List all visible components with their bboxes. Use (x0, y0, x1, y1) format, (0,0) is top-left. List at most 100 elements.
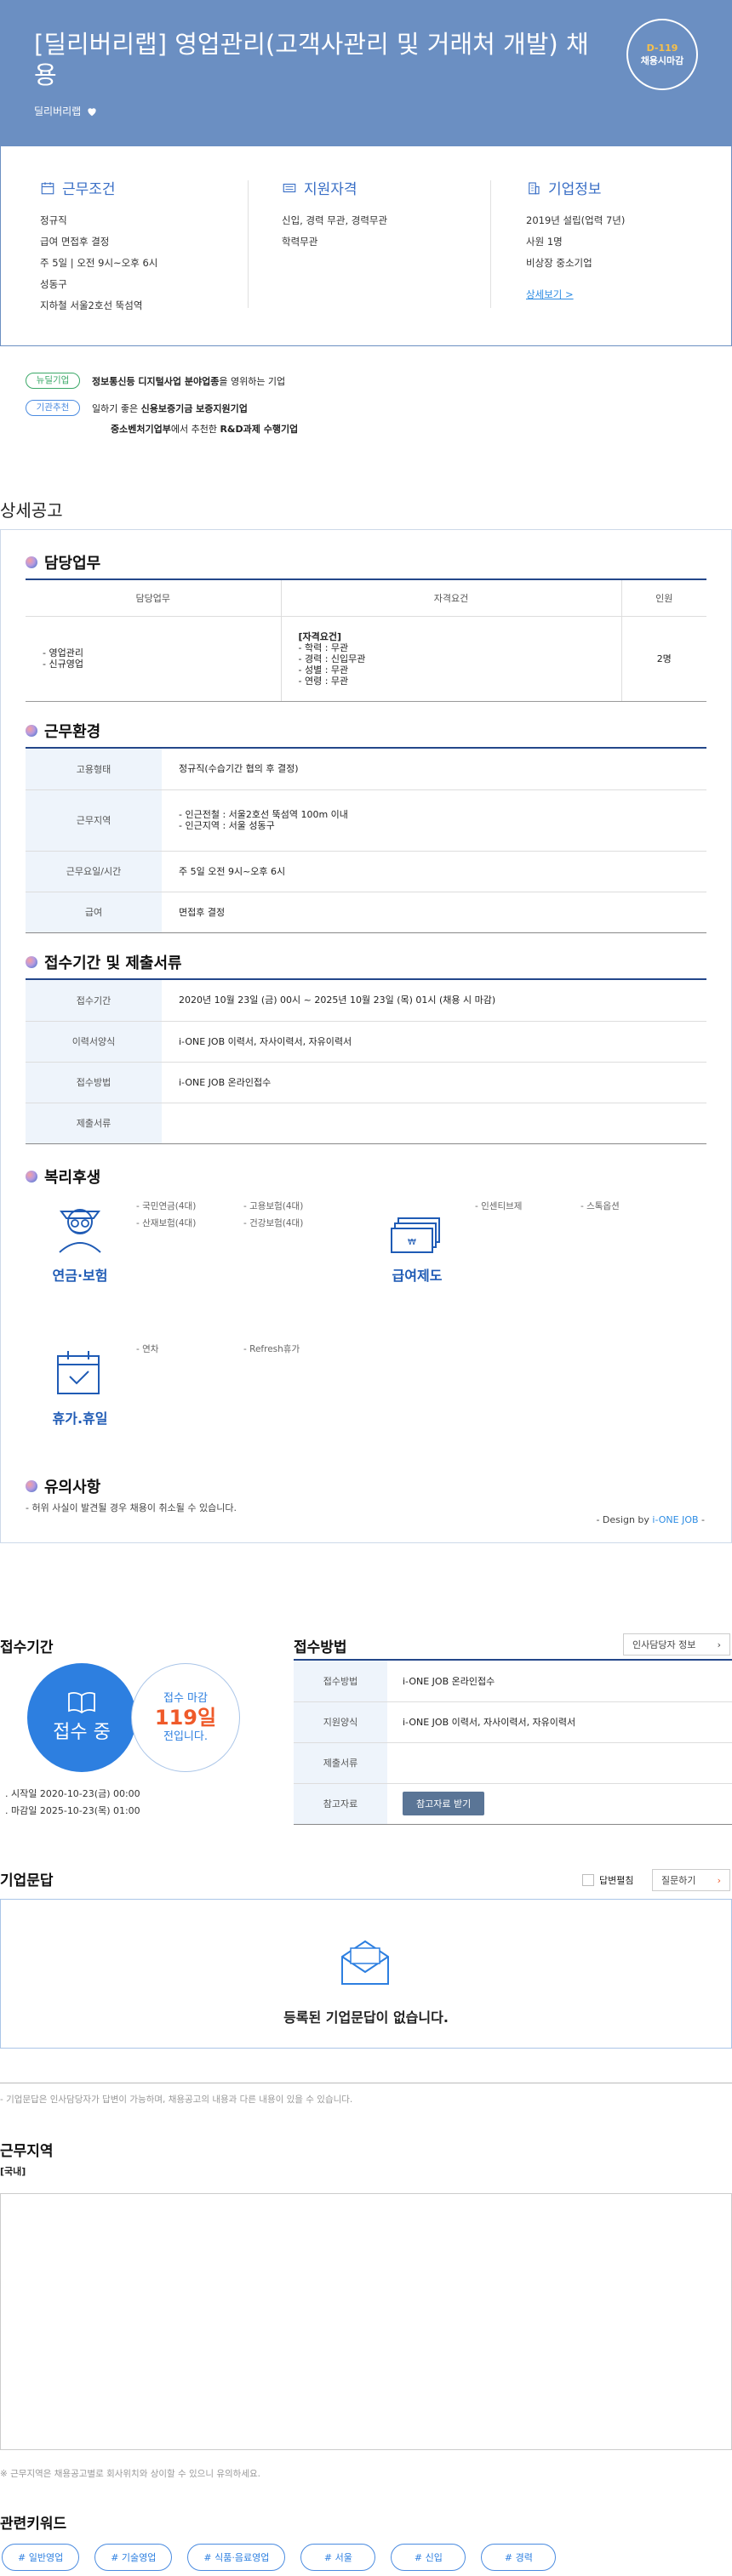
heart-icon[interactable] (86, 105, 98, 117)
table-row: 근무요일/시간 주 5일 오전 9시~오후 6시 (26, 851, 706, 892)
dday-count: D-119 (646, 43, 678, 54)
company-name[interactable]: 딜리버리랩 (34, 104, 98, 118)
tag-text: 일하기 좋은 신용보증기금 보증지원기업 (92, 402, 248, 415)
keyword-tag[interactable]: # 신입 (391, 2544, 466, 2571)
table-row: 급여 면접후 결정 (26, 892, 706, 933)
company-item: 사원 1명 (526, 236, 563, 248)
insurance-label: 연금·보험 (52, 1268, 108, 1284)
tag-bold: 중소벤처기업부 (111, 424, 171, 435)
expand-answers-checkbox[interactable] (582, 1874, 594, 1886)
row-value (162, 1103, 706, 1144)
vacation-label: 휴가.휴일 (52, 1411, 108, 1427)
row-value: 정규직(수습기간 협의 후 결정) (162, 749, 706, 790)
row-value: i-ONE JOB 온라인접수 (162, 1062, 706, 1103)
apply-days: 119일 (154, 1706, 217, 1730)
location-note: ※ 근무지역은 채용공고별로 회사위치와 상이할 수 있으니 유의하세요. (0, 2469, 260, 2479)
envelope-icon (341, 1940, 389, 1985)
welfare-title: 복리후생 (44, 1169, 101, 1187)
tag-bold: 정보통신등 디지털사업 분야업종 (92, 375, 220, 387)
env-heading: 근무환경 (26, 720, 100, 742)
company-detail-link[interactable]: 상세보기 > (526, 284, 574, 305)
row-value-line: - 인근전철 : 서울2호선 뚝섬역 100m 이내 (179, 809, 348, 820)
company-item: 2019년 설립(업력 7년) (526, 214, 626, 226)
keyword-tag[interactable]: # 서울 (300, 2544, 376, 2571)
company-item: 비상장 중소기업 (526, 257, 592, 269)
ask-question-button[interactable]: 질문하기 › (652, 1869, 730, 1891)
hr-info-button[interactable]: 인사담당자 정보 › (623, 1633, 730, 1656)
company-label[interactable]: 딜리버리랩 (34, 104, 81, 118)
welfare-item: - Refresh휴가 (243, 1344, 300, 1354)
apply-period-title: 접수기간 (0, 1639, 54, 1656)
row-key: 제출서류 (26, 1103, 162, 1144)
expand-answers-toggle[interactable]: 답변펼침 (582, 1873, 633, 1887)
apply-until-label: 접수 마감 (163, 1692, 208, 1705)
tag-recommend: 기관추천 일하기 좋은 신용보증기금 보증지원기업 (26, 400, 248, 416)
tag-recommend-2: 중소벤처기업부에서 추천한 R&D과제 수행기업 (111, 422, 298, 436)
location-map[interactable] (0, 2193, 732, 2450)
recommend-badge: 기관추천 (26, 400, 80, 416)
insurance-icon (59, 1209, 101, 1253)
summary-conditions: 근무조건 정규직 급여 면접후 결정 주 5일 | 오전 9시~오후 6시 성동… (40, 177, 244, 316)
keyword-tag[interactable]: # 기술영업 (94, 2544, 173, 2571)
headcount-cell: 2명 (621, 616, 706, 702)
download-reference-button[interactable]: 참고자료 받기 (403, 1792, 485, 1815)
welfare-item: - 산재보험(4대) (136, 1218, 197, 1228)
keyword-tag[interactable]: # 경력 (481, 2544, 557, 2571)
notice-text: - 허위 사실이 발견될 경우 채용이 취소될 수 있습니다. (26, 1502, 237, 1513)
duty-col-header: 담당업무 (26, 580, 282, 617)
chevron-right-icon: › (717, 1874, 721, 1886)
row-key: 지원양식 (294, 1701, 387, 1743)
apply-start: . 시작일 2020-10-23(금) 00:00 (5, 1788, 140, 1799)
row-key: 급여 (26, 892, 162, 933)
condition-item: 정규직 (40, 214, 67, 226)
qualification-item: 학력무관 (282, 236, 318, 248)
bullet-icon (26, 556, 37, 568)
table-row: 접수기간 2020년 10월 23일 (금) 00시 ~ 2025년 10월 23… (26, 980, 706, 1022)
calendar-check-icon (57, 1351, 100, 1394)
table-row: 고용형태 정규직(수습기간 협의 후 결정) (26, 749, 706, 790)
expand-answers-label[interactable]: 답변펼침 (599, 1873, 633, 1887)
duty-line: - 신규영업 (43, 658, 83, 670)
qa-note: - 기업문답은 인사담당자가 답변이 가능하며, 채용공고의 내용과 다른 내용… (0, 2094, 353, 2105)
row-key: 이력서양식 (26, 1021, 162, 1063)
table-row: 이력서양식 i-ONE JOB 이력서, 자사이력서, 자유이력서 (26, 1021, 706, 1063)
welfare-item: - 인센티브제 (475, 1201, 523, 1211)
keyword-tag[interactable]: # 일반영업 (2, 2544, 80, 2571)
period-title: 접수기간 및 제출서류 (44, 955, 182, 972)
apply-dday-circle: 접수 마감 119일 전입니다. (131, 1663, 240, 1772)
job-title: [딜리버리랩] 영업관리(고객사관리 및 거래처 개발) 채용 (34, 30, 589, 89)
keywords-title: 관련키워드 (0, 2516, 67, 2533)
design-prefix: - Design by (596, 1514, 653, 1525)
keyword-tag[interactable]: # 식품·음료영업 (187, 2544, 286, 2571)
row-value-line: - 인근지역 : 서울 성동구 (179, 820, 275, 831)
tag-text: 정보통신등 디지털사업 분야업종을 영위하는 기업 (92, 374, 285, 388)
qualifications-heading: 지원자격 (282, 177, 486, 198)
bullet-icon (26, 1171, 37, 1183)
svg-text:₩: ₩ (408, 1238, 416, 1247)
tag-bold: 신용보증기금 보증지원기업 (140, 402, 248, 414)
design-credit: - Design by i-ONE JOB - (596, 1514, 705, 1525)
req-line: - 성별 : 무관 (298, 664, 349, 675)
keyboard-icon (283, 183, 296, 192)
tag-mid: 에서 추천한 (170, 424, 220, 435)
page: [딜리버리랩] 영업관리(고객사관리 및 거래처 개발) 채용 딜리버리랩 D-… (0, 0, 732, 2576)
table-row: 근무지역 - 인근전철 : 서울2호선 뚝섬역 100m 이내 - 인근지역 : 서… (26, 789, 706, 852)
env-title: 근무환경 (44, 723, 101, 741)
conditions-title: 근무조건 (62, 181, 116, 198)
design-brand: i-ONE JOB (652, 1514, 699, 1525)
divider (248, 180, 249, 308)
notice-title: 유의사항 (44, 1479, 101, 1496)
condition-item: 주 5일 | 오전 9시~오후 6시 (40, 257, 158, 269)
row-value: i-ONE JOB 이력서, 자사이력서, 자유이력서 (387, 1701, 732, 1743)
table-row: 접수방법 i-ONE JOB 온라인접수 (294, 1661, 732, 1702)
bullet-icon (26, 1480, 37, 1492)
row-value: 면접후 결정 (162, 892, 706, 933)
row-key: 제출서류 (294, 1742, 387, 1784)
duty-title: 담당업무 (44, 555, 101, 573)
apply-method-title: 접수방법 (294, 1639, 347, 1656)
count-col-header: 인원 (621, 580, 706, 617)
row-key: 고용형태 (26, 749, 162, 790)
row-key: 접수방법 (294, 1661, 387, 1702)
summary-qualifications: 지원자격 신입, 경력 무관, 경력무관 학력무관 (282, 177, 486, 253)
apply-status-circle: 접수 중 (27, 1663, 136, 1772)
